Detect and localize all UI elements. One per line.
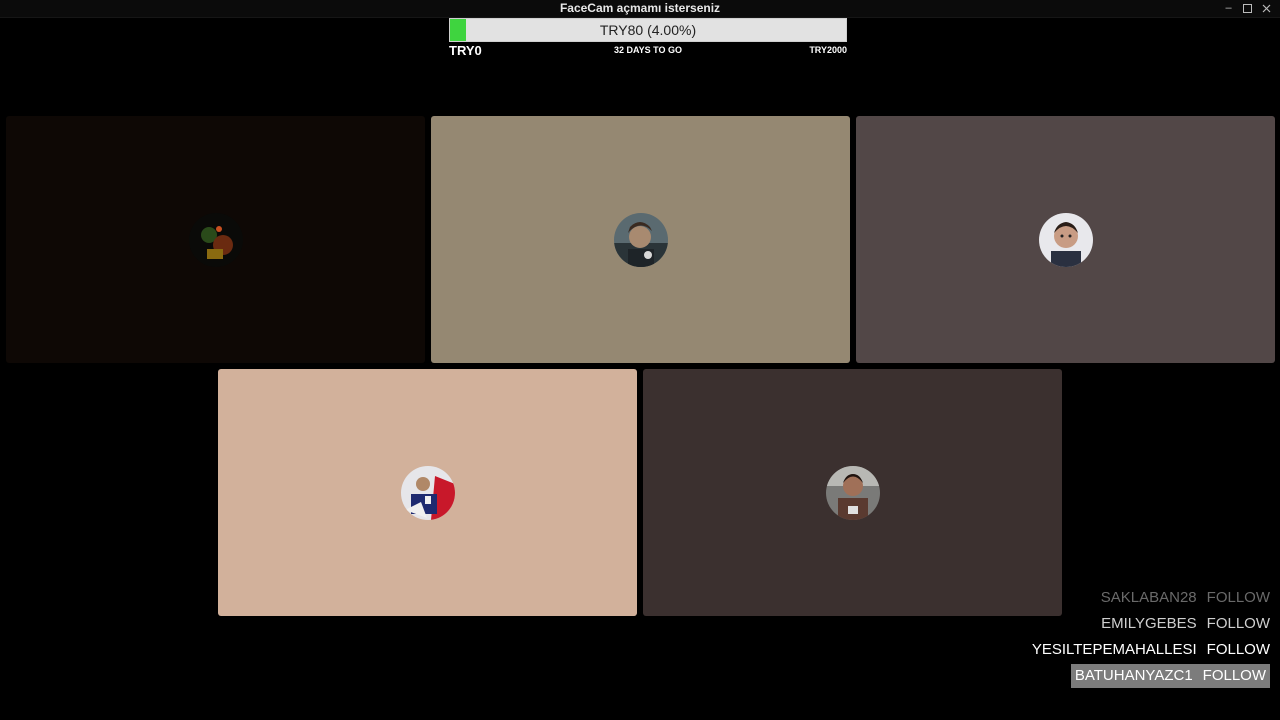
- follower-name: BATUHANYAZC1: [1074, 667, 1193, 684]
- maximize-icon[interactable]: [1242, 3, 1253, 14]
- follower-row: YESILTEPEMAHALLESI FOLLOW: [1032, 638, 1272, 662]
- window-titlebar: FaceCam açmamı isterseniz –: [0, 0, 1280, 18]
- avatar: [826, 466, 880, 520]
- minimize-icon[interactable]: –: [1223, 3, 1234, 14]
- follower-row: EMILYGEBES FOLLOW: [1032, 612, 1272, 636]
- goal-days-remaining: 32 DAYS TO GO: [613, 45, 683, 55]
- follower-row: SAKLABAN28 FOLLOW: [1032, 586, 1272, 610]
- follow-label: FOLLOW: [1206, 615, 1270, 632]
- follower-row-highlighted: BATUHANYAZC1 FOLLOW: [1032, 664, 1272, 688]
- avatar: [401, 466, 455, 520]
- video-tile-2[interactable]: [431, 116, 850, 363]
- follow-label: FOLLOW: [1202, 667, 1266, 684]
- follower-name: YESILTEPEMAHALLESI: [1031, 641, 1197, 658]
- video-tile-4[interactable]: [218, 369, 637, 616]
- avatar: [614, 213, 668, 267]
- window-controls: –: [1223, 0, 1272, 17]
- video-tile-5[interactable]: [643, 369, 1062, 616]
- follow-label: FOLLOW: [1206, 641, 1270, 658]
- avatar: [1039, 213, 1093, 267]
- video-tile-3[interactable]: [856, 116, 1275, 363]
- donation-goal: TRY80 (4.00%) TRY0 32 DAYS TO GO TRY2000: [449, 18, 847, 58]
- recent-followers-list: SAKLABAN28 FOLLOW EMILYGEBES FOLLOW YESI…: [1032, 586, 1272, 690]
- avatar: [189, 213, 243, 267]
- window-title: FaceCam açmamı isterseniz: [559, 1, 721, 15]
- goal-progress-text: TRY80 (4.00%): [599, 22, 697, 38]
- goal-max-label: TRY2000: [809, 45, 847, 55]
- goal-progress-bar: TRY80 (4.00%): [449, 18, 847, 42]
- video-tile-1[interactable]: [6, 116, 425, 363]
- close-icon[interactable]: [1261, 3, 1272, 14]
- follower-name: EMILYGEBES: [1101, 615, 1197, 632]
- follower-name: SAKLABAN28: [1100, 589, 1197, 606]
- follower-highlight: BATUHANYAZC1 FOLLOW: [1070, 664, 1270, 688]
- follow-label: FOLLOW: [1206, 589, 1270, 606]
